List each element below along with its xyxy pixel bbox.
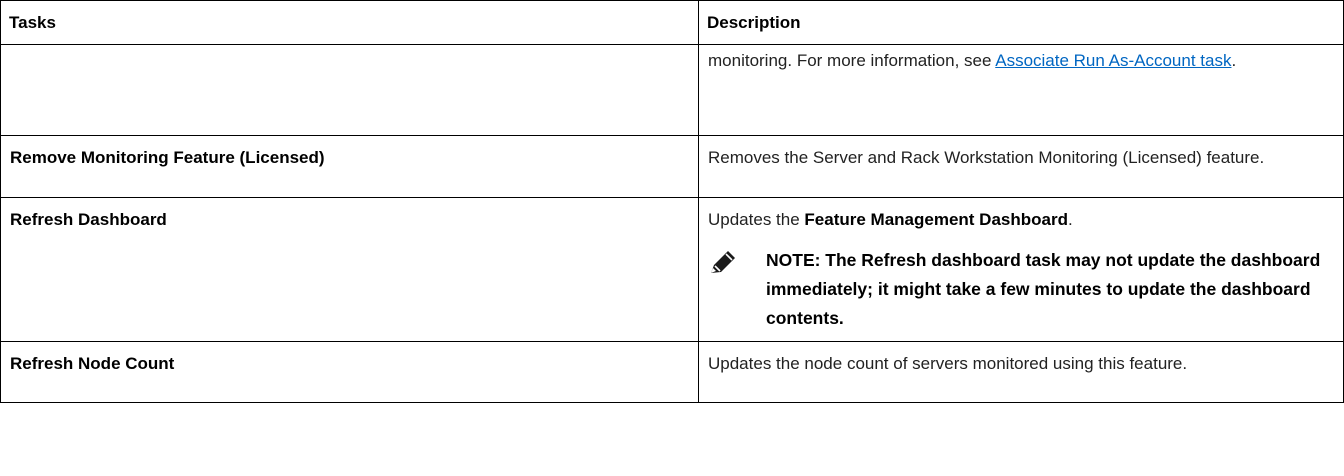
table-row: Refresh Dashboard Updates the Feature Ma… [0,197,1344,342]
description-cell: Updates the Feature Management Dashboard… [698,197,1344,342]
associate-run-as-account-link[interactable]: Associate Run As-Account task [995,51,1231,70]
task-cell [0,44,699,136]
description-text-end: . [1231,51,1237,70]
description-text-end: . [1067,210,1073,229]
description-cell: Removes the Server and Rack Workstation … [698,135,1344,198]
table-header-row: Tasks Description [0,0,1344,45]
pencil-note-icon [711,251,735,273]
note-text: NOTE: The Refresh dashboard task may not… [766,250,1321,328]
header-description: Description [698,0,1344,45]
table-row: monitoring. For more information, see As… [0,44,1344,136]
description-text: Updates the [708,210,805,229]
task-cell: Refresh Node Count [0,341,699,403]
feature-management-dashboard-label: Feature Management Dashboard [804,210,1068,229]
description-line: Updates the Feature Management Dashboard… [708,206,1333,234]
note-block: NOTE: The Refresh dashboard task may not… [708,246,1333,333]
table-row: Remove Monitoring Feature (Licensed) Rem… [0,135,1344,198]
task-cell: Refresh Dashboard [0,197,699,342]
description-text: monitoring. For more information, see [708,51,996,70]
tasks-table: Tasks Description monitoring. For more i… [0,0,1344,403]
task-cell: Remove Monitoring Feature (Licensed) [0,135,699,198]
description-cell: Updates the node count of servers monito… [698,341,1344,403]
header-tasks: Tasks [0,0,699,45]
table-row: Refresh Node Count Updates the node coun… [0,341,1344,403]
description-cell: monitoring. For more information, see As… [698,44,1344,136]
